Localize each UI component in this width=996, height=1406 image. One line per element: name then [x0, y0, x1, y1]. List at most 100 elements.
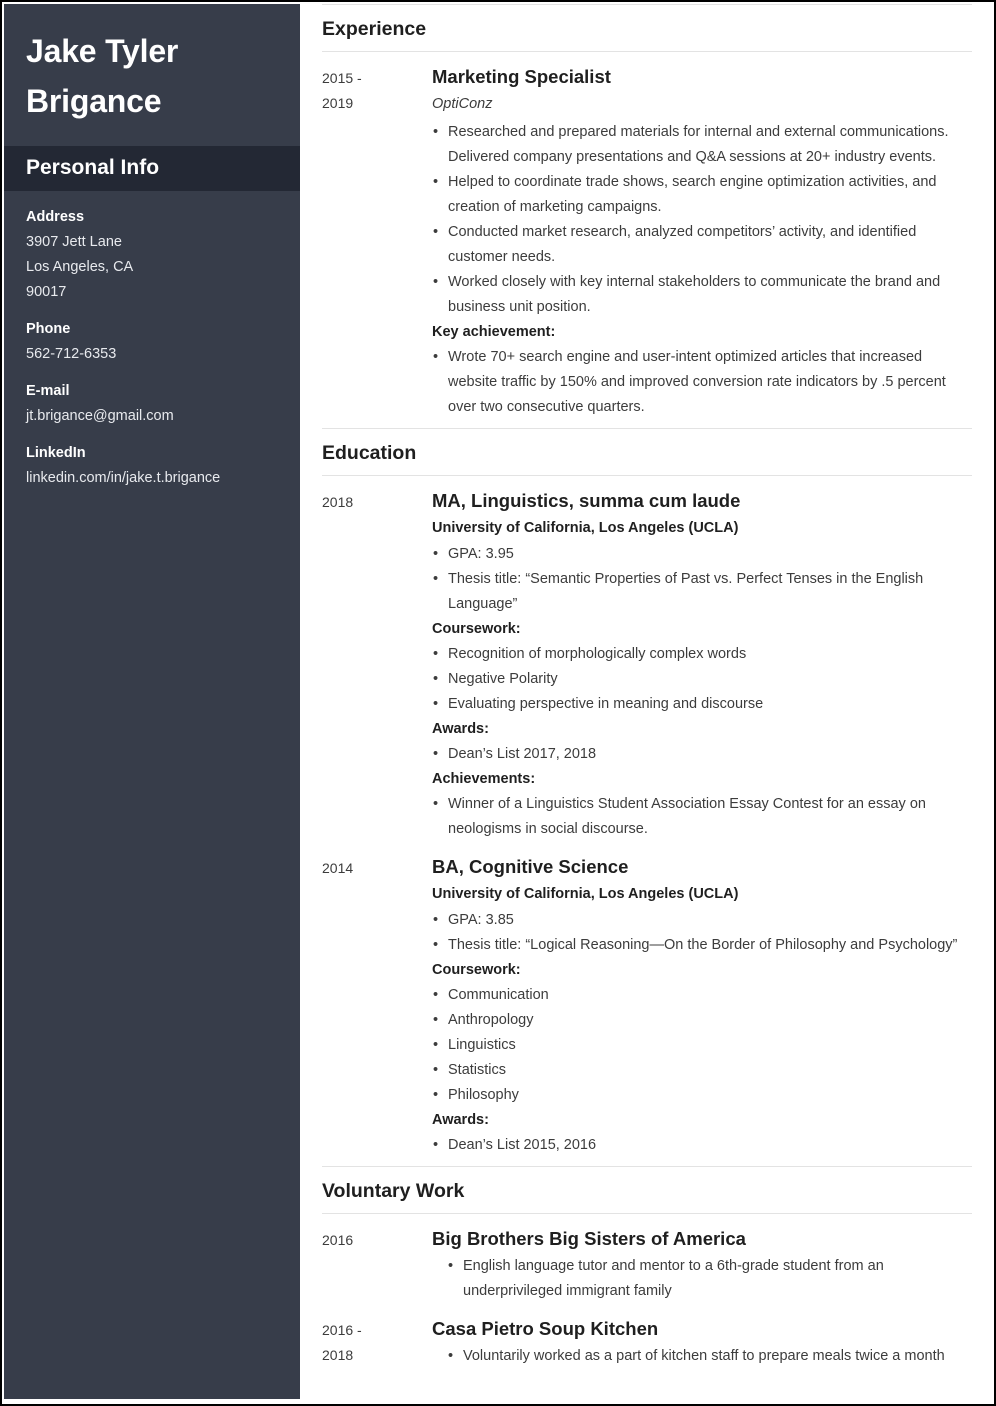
- personal-info-band: Personal Info: [4, 146, 300, 191]
- awards-label: Awards:: [432, 721, 489, 737]
- company-name: OptiConz: [432, 96, 493, 112]
- date-line-1: 2018: [322, 494, 354, 510]
- school-name: University of California, Los Angeles (U…: [432, 886, 739, 902]
- school-name: University of California, Los Angeles (U…: [432, 520, 739, 536]
- education-entry-dates: 2014: [322, 854, 432, 881]
- awards-list: Dean’s List 2015, 2016: [432, 1133, 972, 1158]
- section-voluntary-work: Voluntary Work 2016 Big Brothers Big Sis…: [322, 1166, 972, 1369]
- list-item: Thesis title: “Semantic Properties of Pa…: [432, 567, 972, 617]
- degree-bullets: GPA: 3.85 Thesis title: “Logical Reasoni…: [432, 908, 972, 958]
- list-item: Voluntarily worked as a part of kitchen …: [432, 1344, 972, 1369]
- voluntary-entry-dates: 2016 - 2018: [322, 1316, 432, 1368]
- date-line-2: 2019: [322, 95, 354, 111]
- list-item: Worked closely with key internal stakeho…: [432, 270, 972, 320]
- list-item: Helped to coordinate trade shows, search…: [432, 170, 972, 220]
- degree-title: MA, Linguistics, summa cum laude: [432, 490, 741, 511]
- info-group-address: Address 3907 Jett Lane Los Angeles, CA 9…: [26, 207, 278, 305]
- voluntary-entry-body: Big Brothers Big Sisters of America Engl…: [432, 1226, 972, 1304]
- achievements-list: Winner of a Linguistics Student Associat…: [432, 792, 972, 842]
- degree-bullets: GPA: 3.95 Thesis title: “Semantic Proper…: [432, 542, 972, 617]
- list-item: Conducted market research, analyzed comp…: [432, 220, 972, 270]
- info-value-email[interactable]: jt.brigance@gmail.com: [26, 404, 278, 429]
- list-item: Researched and prepared materials for in…: [432, 120, 972, 170]
- list-item: Linguistics: [432, 1033, 972, 1058]
- personal-info-title: Personal Info: [26, 156, 160, 179]
- organization-title: Casa Pietro Soup Kitchen: [432, 1318, 659, 1339]
- date-line-1: 2016: [322, 1232, 354, 1248]
- education-entry: 2014 BA, Cognitive Science University of…: [322, 842, 972, 1158]
- info-group-linkedin: LinkedIn linkedin.com/in/jake.t.brigance: [26, 443, 278, 491]
- coursework-label: Coursework:: [432, 962, 521, 978]
- education-entry-dates: 2018: [322, 488, 432, 515]
- organization-title: Big Brothers Big Sisters of America: [432, 1228, 746, 1249]
- list-item: English language tutor and mentor to a 6…: [432, 1254, 972, 1304]
- list-item: Dean’s List 2015, 2016: [432, 1133, 972, 1158]
- list-item: Negative Polarity: [432, 667, 972, 692]
- candidate-name: Jake Tyler Brigance: [4, 4, 300, 146]
- coursework-list: Communication Anthropology Linguistics S…: [432, 983, 972, 1108]
- date-line-1: 2014: [322, 860, 354, 876]
- list-item: GPA: 3.95: [432, 542, 972, 567]
- info-value-phone[interactable]: 562-712-6353: [26, 342, 278, 367]
- info-group-phone: Phone 562-712-6353: [26, 319, 278, 367]
- voluntary-entry: 2016 - 2018 Casa Pietro Soup Kitchen Vol…: [322, 1304, 972, 1369]
- personal-info-list: Address 3907 Jett Lane Los Angeles, CA 9…: [4, 191, 300, 491]
- education-entry: 2018 MA, Linguistics, summa cum laude Un…: [322, 476, 972, 842]
- list-item: Recognition of morphologically complex w…: [432, 642, 972, 667]
- sidebar: Jake Tyler Brigance Personal Info Addres…: [4, 4, 300, 1399]
- candidate-name-line1: Jake Tyler: [26, 33, 179, 69]
- candidate-name-line2: Brigance: [26, 83, 162, 119]
- info-value-linkedin[interactable]: linkedin.com/in/jake.t.brigance: [26, 466, 278, 491]
- degree-title: BA, Cognitive Science: [432, 856, 629, 877]
- date-line-1: 2016 -: [322, 1322, 362, 1338]
- experience-entry: 2015 - 2019 Marketing Specialist OptiCon…: [322, 52, 972, 420]
- experience-entry-dates: 2015 - 2019: [322, 64, 432, 116]
- voluntary-bullets: Voluntarily worked as a part of kitchen …: [432, 1344, 972, 1369]
- list-item: Evaluating perspective in meaning and di…: [432, 692, 972, 717]
- education-entry-body: MA, Linguistics, summa cum laude Univers…: [432, 488, 972, 842]
- info-group-email: E-mail jt.brigance@gmail.com: [26, 381, 278, 429]
- info-label-phone: Phone: [26, 321, 71, 337]
- list-item: Communication: [432, 983, 972, 1008]
- info-value-address-line1: 3907 Jett Lane: [26, 234, 122, 250]
- awards-list: Dean’s List 2017, 2018: [432, 742, 972, 767]
- info-value-address-line3: 90017: [26, 284, 67, 300]
- resume-main-content: Experience 2015 - 2019 Marketing Special…: [310, 4, 994, 1399]
- list-item: Dean’s List 2017, 2018: [432, 742, 972, 767]
- coursework-label: Coursework:: [432, 621, 521, 637]
- info-label-email: E-mail: [26, 383, 70, 399]
- experience-entry-body: Marketing Specialist OptiConz Researched…: [432, 64, 972, 420]
- section-experience: Experience 2015 - 2019 Marketing Special…: [322, 4, 972, 428]
- awards-label: Awards:: [432, 1112, 489, 1128]
- education-entry-body: BA, Cognitive Science University of Cali…: [432, 854, 972, 1158]
- date-line-2: 2018: [322, 1347, 354, 1363]
- voluntary-entry: 2016 Big Brothers Big Sisters of America…: [322, 1214, 972, 1304]
- key-achievement-bullets: Wrote 70+ search engine and user-intent …: [432, 345, 972, 420]
- job-bullets: Researched and prepared materials for in…: [432, 120, 972, 320]
- voluntary-entry-body: Casa Pietro Soup Kitchen Voluntarily wor…: [432, 1316, 972, 1369]
- job-title: Marketing Specialist: [432, 66, 611, 87]
- list-item: Statistics: [432, 1058, 972, 1083]
- voluntary-entry-dates: 2016: [322, 1226, 432, 1253]
- section-heading-voluntary-work: Voluntary Work: [322, 1167, 972, 1214]
- key-achievement-label: Key achievement:: [432, 324, 556, 340]
- resume-page: Jake Tyler Brigance Personal Info Addres…: [0, 0, 996, 1406]
- list-item: Philosophy: [432, 1083, 972, 1108]
- list-item: Thesis title: “Logical Reasoning—On the …: [432, 933, 972, 958]
- section-heading-education: Education: [322, 429, 972, 476]
- info-value-address-line2: Los Angeles, CA: [26, 259, 134, 275]
- list-item: GPA: 3.85: [432, 908, 972, 933]
- coursework-list: Recognition of morphologically complex w…: [432, 642, 972, 717]
- info-label-linkedin: LinkedIn: [26, 445, 86, 461]
- section-education: Education 2018 MA, Linguistics, summa cu…: [322, 428, 972, 1166]
- date-line-1: 2015 -: [322, 70, 362, 86]
- section-heading-experience: Experience: [322, 5, 972, 52]
- list-item: Winner of a Linguistics Student Associat…: [432, 792, 972, 842]
- achievements-label: Achievements:: [432, 771, 536, 787]
- list-item: Anthropology: [432, 1008, 972, 1033]
- voluntary-bullets: English language tutor and mentor to a 6…: [432, 1254, 972, 1304]
- info-label-address: Address: [26, 209, 85, 225]
- list-item: Wrote 70+ search engine and user-intent …: [432, 345, 972, 420]
